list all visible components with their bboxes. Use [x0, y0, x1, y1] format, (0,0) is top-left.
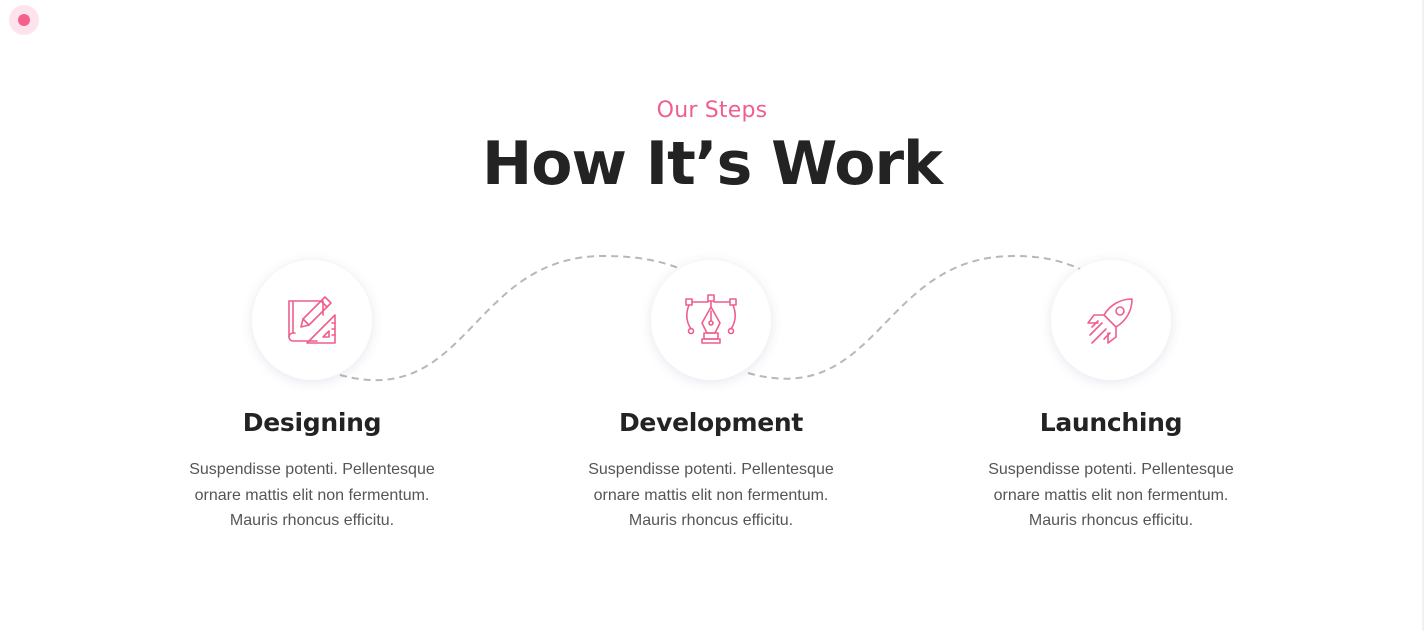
- step-description-launching: Suspendisse potenti. Pellentesque ornare…: [961, 457, 1261, 534]
- step-description-line: Suspendisse potenti. Pellentesque: [588, 461, 834, 478]
- step-description-line: ornare mattis elit non fermentum.: [993, 486, 1229, 504]
- step-title-development: Development: [618, 408, 804, 437]
- step-designing-icon-circle: [252, 260, 372, 380]
- step-description-line: Mauris rhoncus efficitu.: [1028, 512, 1194, 529]
- step-description-line: ornare mattis elit non fermentum.: [194, 486, 430, 504]
- step-launching-icon-circle: [1051, 260, 1171, 380]
- pen-tool-bezier-icon: [684, 293, 738, 347]
- step-description-line: Mauris rhoncus efficitu.: [229, 512, 395, 529]
- blueprint-ruler-pencil-icon: [285, 293, 339, 347]
- rocket-icon: [1084, 293, 1138, 347]
- step-description-designing: Suspendisse potenti. Pellentesque ornare…: [162, 457, 462, 534]
- step-title-launching: Launching: [1039, 408, 1183, 437]
- step-title-designing: Designing: [242, 408, 382, 437]
- step-description-line: Suspendisse potenti. Pellentesque: [189, 461, 435, 478]
- step-description-line: Suspendisse potenti. Pellentesque: [988, 461, 1234, 478]
- step-description-development: Suspendisse potenti. Pellentesque ornare…: [561, 457, 861, 534]
- step-development-icon-circle: [651, 260, 771, 380]
- step-description-line: ornare mattis elit non fermentum.: [593, 486, 829, 504]
- step-description-line: Mauris rhoncus efficitu.: [628, 512, 794, 529]
